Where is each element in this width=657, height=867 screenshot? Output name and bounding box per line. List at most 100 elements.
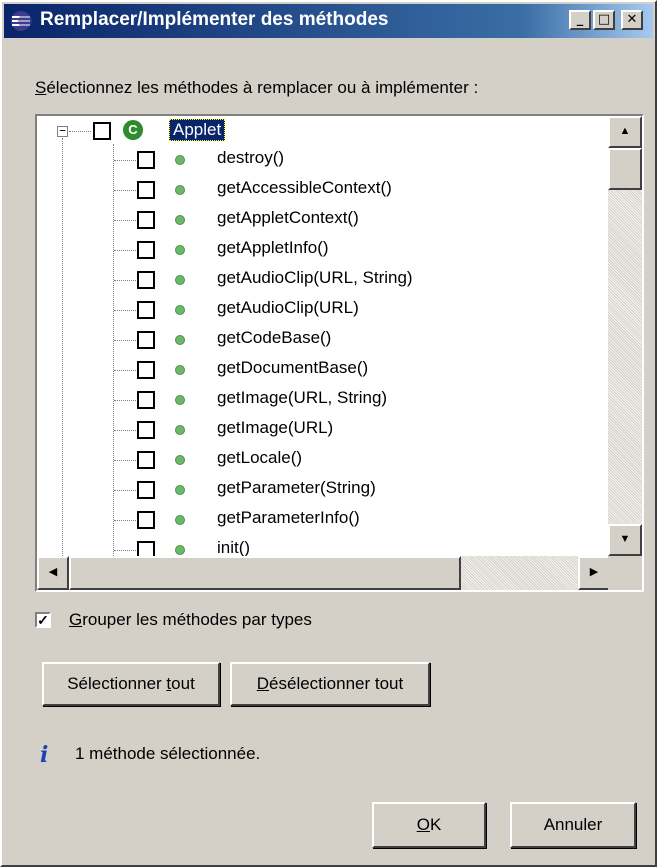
instruction-mnemonic: S (35, 78, 47, 97)
methods-tree[interactable]: − C Applet destroy() getAccessibleContext… (35, 114, 644, 592)
method-label: getAppletContext() (217, 208, 359, 227)
horizontal-scroll-thumb[interactable] (69, 556, 461, 590)
method-checkbox[interactable] (137, 511, 155, 529)
eclipse-app-icon (11, 11, 32, 31)
horizontal-scrollbar[interactable]: ◀ ▶ (37, 556, 610, 590)
method-label: getCodeBase() (217, 328, 332, 347)
method-row[interactable]: getAppletContext() (37, 205, 610, 235)
vertical-scroll-thumb[interactable] (608, 148, 642, 190)
method-label: destroy() (217, 148, 285, 167)
method-row[interactable]: getCodeBase() (37, 325, 610, 355)
cancel-button[interactable]: Annuler (510, 802, 636, 848)
close-button[interactable]: ✕ (621, 10, 643, 30)
method-label: getAudioClip(URL) (217, 298, 359, 317)
vertical-scrollbar[interactable]: ▲ ▼ (608, 116, 642, 556)
public-method-icon (175, 215, 185, 225)
method-label: getImage(URL) (217, 418, 334, 437)
method-checkbox[interactable] (137, 421, 155, 439)
method-label: init() (217, 538, 251, 556)
method-row[interactable]: getAccessibleContext() (37, 175, 610, 205)
scrollbar-corner (608, 556, 642, 590)
tree-connector (114, 550, 136, 551)
public-method-icon (175, 515, 185, 525)
method-row[interactable]: getAudioClip(URL, String) (37, 265, 610, 295)
group-mnemonic: G (69, 610, 83, 629)
ok-button[interactable]: OK (372, 802, 486, 848)
method-label: getAppletInfo() (217, 238, 329, 257)
public-method-icon (175, 485, 185, 495)
group-text: rouper les méthodes par types (82, 610, 312, 629)
method-checkbox[interactable] (137, 481, 155, 499)
select-all-text-b: out (171, 674, 195, 693)
method-checkbox[interactable] (137, 151, 155, 169)
group-by-types-checkbox[interactable]: ✓ (35, 612, 51, 628)
tree-connector (69, 131, 91, 132)
method-row[interactable]: getLocale() (37, 445, 610, 475)
scroll-up-button[interactable]: ▲ (608, 116, 642, 148)
info-icon: i (40, 742, 49, 768)
public-method-icon (175, 155, 185, 165)
method-checkbox[interactable] (137, 541, 155, 556)
tree-connector (114, 370, 136, 371)
method-row[interactable]: getImage(URL) (37, 415, 610, 445)
tree-row-root[interactable]: − C Applet (37, 116, 610, 146)
maximize-button[interactable]: □ (593, 10, 615, 30)
tree-connector (114, 190, 136, 191)
method-checkbox[interactable] (137, 331, 155, 349)
deselect-all-mnemonic: D (256, 674, 270, 693)
tree-connector (114, 520, 136, 521)
method-checkbox[interactable] (137, 211, 155, 229)
deselect-all-text: ésélectionner tout (269, 674, 404, 693)
select-all-button[interactable]: Sélectionner tout (42, 662, 220, 706)
method-label: getImage(URL, String) (217, 388, 388, 407)
tree-connector (114, 220, 136, 221)
root-class-label[interactable]: Applet (169, 119, 226, 141)
tree-viewport: − C Applet destroy() getAccessibleContext… (37, 116, 610, 556)
method-row[interactable]: getDocumentBase() (37, 355, 610, 385)
class-c-icon: C (123, 120, 143, 140)
method-checkbox[interactable] (137, 391, 155, 409)
window-title: Remplacer/Implémenter des méthodes (40, 9, 389, 30)
deselect-all-button[interactable]: Désélectionner tout (230, 662, 430, 706)
method-label: getAccessibleContext() (217, 178, 392, 197)
ok-text: K (429, 815, 442, 834)
method-checkbox[interactable] (137, 271, 155, 289)
tree-connector (114, 280, 136, 281)
public-method-icon (175, 425, 185, 435)
dialog-window: Remplacer/Implémenter des méthodes _ □ ✕… (0, 0, 657, 867)
method-row[interactable]: destroy() (37, 145, 610, 175)
instruction-text: électionnez les méthodes à remplacer ou … (46, 78, 479, 97)
method-row[interactable]: init() (37, 535, 610, 556)
method-checkbox[interactable] (137, 301, 155, 319)
tree-connector (114, 490, 136, 491)
method-row[interactable]: getParameterInfo() (37, 505, 610, 535)
scroll-left-button[interactable]: ◀ (37, 556, 69, 590)
method-label: getLocale() (217, 448, 303, 467)
method-checkbox[interactable] (137, 361, 155, 379)
method-row[interactable]: getParameter(String) (37, 475, 610, 505)
minimize-button[interactable]: _ (569, 10, 591, 30)
instruction-label: Sélectionnez les méthodes à remplacer ou… (35, 78, 478, 98)
method-checkbox[interactable] (137, 451, 155, 469)
method-label: getDocumentBase() (217, 358, 369, 377)
method-label: getParameter(String) (217, 478, 376, 497)
public-method-icon (175, 305, 185, 315)
method-row[interactable]: getAudioClip(URL) (37, 295, 610, 325)
public-method-icon (175, 275, 185, 285)
ok-mnemonic: O (416, 815, 430, 834)
collapse-icon[interactable]: − (57, 125, 68, 137)
method-row[interactable]: getAppletInfo() (37, 235, 610, 265)
method-checkbox[interactable] (137, 181, 155, 199)
tree-connector (114, 460, 136, 461)
title-bar[interactable]: Remplacer/Implémenter des méthodes _ □ ✕ (4, 4, 653, 38)
tree-connector (114, 400, 136, 401)
select-all-text-a: Sélectionner (67, 674, 167, 693)
root-checkbox[interactable] (93, 122, 111, 140)
scroll-right-button[interactable]: ▶ (578, 556, 610, 590)
scroll-down-button[interactable]: ▼ (608, 524, 642, 556)
public-method-icon (175, 365, 185, 375)
method-row[interactable]: getImage(URL, String) (37, 385, 610, 415)
method-checkbox[interactable] (137, 241, 155, 259)
public-method-icon (175, 545, 185, 555)
public-method-icon (175, 455, 185, 465)
